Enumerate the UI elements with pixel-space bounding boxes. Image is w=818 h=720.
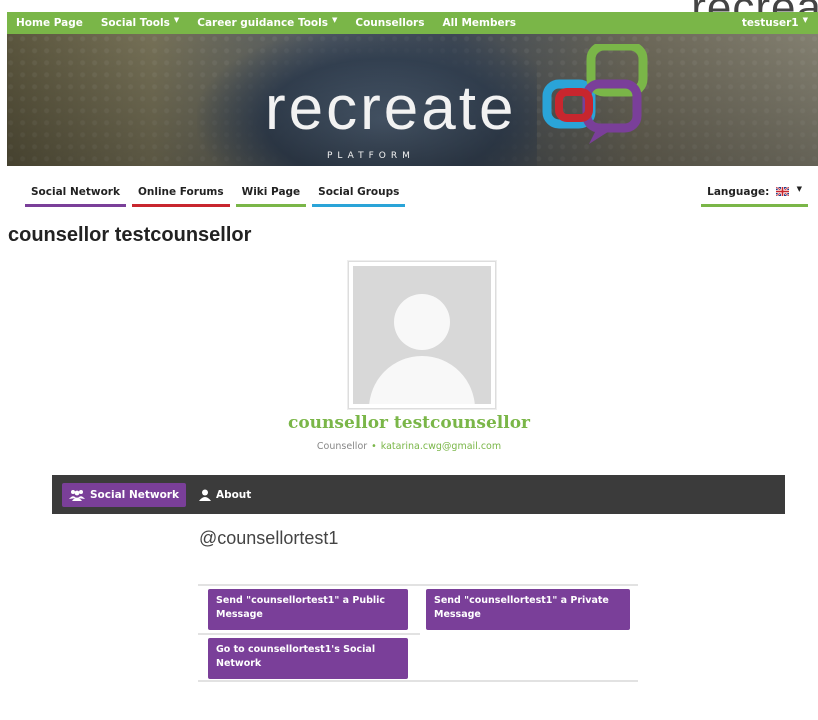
speech-bubbles-logo-icon	[542, 44, 648, 144]
caret-down-icon: ▼	[796, 185, 802, 193]
top-nav: Home Page Social Tools ▼ Career guidance …	[7, 12, 818, 34]
nav-home-page[interactable]: Home Page	[7, 17, 92, 29]
profile-meta: Counsellor • katarina.cwg@gmail.com	[0, 441, 818, 452]
profile-tab-bar: Social Network About	[52, 475, 785, 514]
section-nav: Social Network Online Forums Wiki Page S…	[25, 186, 411, 207]
profile-tab-social-network[interactable]: Social Network	[62, 482, 186, 507]
nav-label: Home Page	[16, 17, 83, 29]
profile-tab-about[interactable]: About	[192, 483, 258, 507]
profile-name: counsellor testcounsellor	[287, 413, 531, 433]
logo-word: recreate	[265, 74, 517, 143]
language-label: Language:	[707, 186, 770, 198]
username: testuser1	[741, 17, 799, 29]
tab-wiki-page[interactable]: Wiki Page	[235, 186, 307, 207]
users-icon	[69, 489, 85, 501]
nav-label: Career guidance Tools	[197, 17, 328, 29]
nav-label: Social Tools	[100, 17, 170, 29]
caret-down-icon: ▼	[173, 16, 180, 24]
nav-label: All Members	[442, 17, 517, 29]
avatar-head-shape	[394, 294, 450, 350]
tab-social-network[interactable]: Social Network	[25, 186, 126, 207]
uk-flag-icon	[775, 187, 789, 196]
nav-career-guidance-tools[interactable]: Career guidance Tools ▼	[188, 16, 346, 29]
profile-tab-label: Social Network	[90, 488, 179, 501]
divider	[198, 633, 420, 635]
user-icon	[198, 489, 211, 501]
caret-down-icon: ▼	[332, 16, 338, 24]
profile-email-link[interactable]: katarina.cwg@gmail.com	[381, 441, 501, 452]
nav-label: Counsellors	[355, 17, 425, 29]
bullet-icon: •	[371, 441, 377, 452]
tab-social-groups[interactable]: Social Groups	[312, 186, 406, 207]
profile-role: Counsellor	[316, 441, 368, 452]
default-avatar-icon	[353, 266, 491, 404]
avatar	[348, 261, 496, 409]
page-title: counsellor testcounsellor	[8, 224, 252, 246]
avatar-body-shape	[369, 356, 475, 404]
profile-tab-label: About	[215, 488, 252, 501]
user-handle: @counsellortest1	[199, 528, 339, 548]
tab-online-forums[interactable]: Online Forums	[131, 186, 230, 207]
nav-social-tools[interactable]: Social Tools ▼	[92, 16, 188, 29]
send-public-message-button[interactable]: Send "counsellortest1" a Public Message	[208, 589, 408, 630]
caret-down-icon: ▼	[802, 16, 808, 24]
header-banner: recreate PLATFORM	[7, 34, 818, 166]
logo-subtitle: PLATFORM	[327, 151, 415, 161]
language-selector[interactable]: Language: ▼	[701, 185, 808, 207]
actions-panel: Send "counsellortest1" a Public Message …	[198, 584, 638, 682]
nav-counsellors[interactable]: Counsellors	[346, 17, 433, 29]
user-menu[interactable]: testuser1 ▼	[733, 16, 818, 29]
go-to-social-network-button[interactable]: Go to counsellortest1's Social Network	[208, 638, 408, 679]
send-private-message-button[interactable]: Send "counsellortest1" a Private Message	[426, 589, 630, 630]
nav-all-members[interactable]: All Members	[433, 17, 525, 29]
